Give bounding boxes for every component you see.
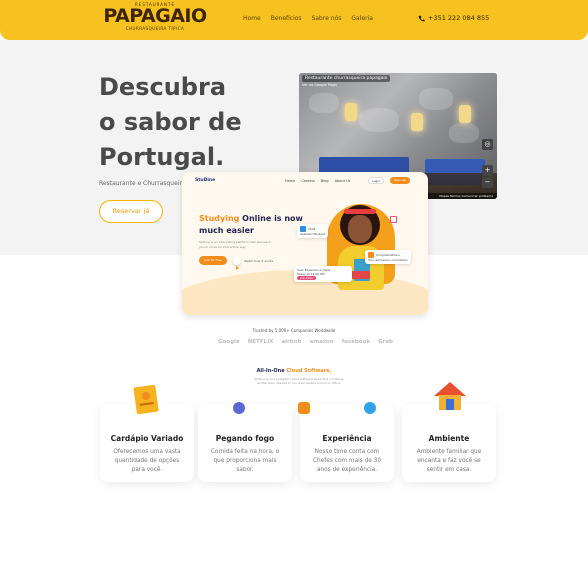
card-desc: Nosso time conta com Chefes com mais de … <box>312 449 382 473</box>
card-title: Ambiente <box>428 434 470 443</box>
header-bar: RESTAURANTE PAPAGAIO CHURRASQUEIRA TÍPIC… <box>0 0 588 40</box>
chip-congrats-text: Your admission completed <box>368 258 408 262</box>
hero-title-line-1: Descubra <box>99 73 227 101</box>
all-in-one-title-b: Cloud Software. <box>286 368 332 374</box>
brand-facebook: facebook <box>341 339 371 345</box>
website-mockup: StuDine Home Careers Blog About Us Login… <box>182 172 428 315</box>
mockup-paragraph: Skilline is an interesting platform that… <box>199 240 271 249</box>
all-in-one-desc: Skilline is one powerful online software… <box>254 377 344 385</box>
stone-texture <box>359 108 399 132</box>
mockup-login: Login <box>368 177 384 184</box>
student-headband <box>344 209 376 214</box>
brand-logos: Google NETFLIX airbnb amazon facebook Gr… <box>218 339 393 345</box>
chip-join-button: Join Now <box>297 276 316 280</box>
stone-texture <box>419 88 453 110</box>
mockup-logo: StuDine <box>195 178 216 183</box>
feature-card-ambiente: Ambiente Ambiente familiar que encanta e… <box>402 404 496 482</box>
feature-card-experiencia: Experiência Nosso time conta com Chefes … <box>298 402 394 482</box>
nav-galeria[interactable]: Galeria <box>351 15 373 22</box>
wall-lamp <box>345 103 357 121</box>
sparkle-icon <box>390 216 397 223</box>
card-title: Pegando fogo <box>215 434 275 443</box>
nav-home[interactable]: Home <box>243 15 261 22</box>
mockup-chip-congrats: Congratulations Your admission completed <box>365 250 411 264</box>
brand-amazon: amazon <box>309 339 334 345</box>
photo-maps-link[interactable]: Ver no Google Maps <box>302 83 337 87</box>
nav-beneficios[interactable]: Benefícios <box>271 15 302 22</box>
mockup-headline-line2: much easier <box>199 226 254 235</box>
brand-grab: Grab <box>378 339 393 345</box>
hero-title-line-3: Portugal. <box>99 143 225 171</box>
hero-title: Descubra o sabor de Portugal. <box>99 70 242 175</box>
mockup-nav: StuDine Home Careers Blog About Us Login… <box>182 172 428 188</box>
mockup-headline-highlight: Studying <box>199 214 240 223</box>
brand-netflix: NETFLIX <box>247 339 274 345</box>
chef-icon <box>298 402 310 414</box>
mockup-headline: Studying Online is now much easier <box>199 213 303 237</box>
mockup-chip-students: 250k Assisted Student <box>297 224 329 238</box>
all-in-one-title: All-In-One Cloud Software. <box>0 368 588 374</box>
main-nav: Home Benefícios Sabre nós Galeria <box>243 15 373 22</box>
stone-texture <box>449 123 479 143</box>
phone-icon <box>418 15 425 21</box>
mockup-link: Blog <box>320 179 329 183</box>
zoom-in-icon[interactable]: + <box>482 165 493 176</box>
mockup-join-button: Join for free <box>199 256 227 265</box>
nav-sobre-nos[interactable]: Sabre nós <box>312 15 342 22</box>
reserve-button[interactable]: Reservar já <box>99 200 163 223</box>
users-icon <box>364 402 376 414</box>
all-in-one-title-a: All-In-One <box>256 368 287 374</box>
mockup-links: Home Careers Blog About Us <box>285 179 350 183</box>
hero-subtitle: Restaurante e Churrasqueira <box>99 180 186 187</box>
feature-card-fogo: Pegando fogo Comida feita na hora, o que… <box>198 402 292 482</box>
mockup-chip-class: User Experience Class Today at 12.00 PM … <box>294 266 352 282</box>
brand-airbnb: airbnb <box>281 339 302 345</box>
chip-label: Assisted Student <box>300 232 326 236</box>
card-title: Experiência <box>322 434 372 443</box>
mockup-headline-rest: Online is now <box>239 214 303 223</box>
student-face <box>348 215 372 243</box>
wall-lamp <box>459 105 471 123</box>
card-title: Cardápio Variado <box>110 434 184 443</box>
mockup-watch-text: Watch how it works <box>244 259 274 263</box>
logo[interactable]: RESTAURANTE PAPAGAIO CHURRASQUEIRA TÍPIC… <box>103 2 207 38</box>
zoom-out-icon[interactable]: − <box>482 177 493 188</box>
book-icon <box>352 271 370 279</box>
chip-value: 250k <box>308 227 316 231</box>
phone-link[interactable]: +351 222 084 855 <box>418 14 489 22</box>
phone-number: +351 222 084 855 <box>428 14 490 22</box>
chip-congrats-title: Congratulations <box>376 253 400 257</box>
compass-icon[interactable]: ◎ <box>482 139 493 150</box>
card-desc: Comida feita na hora, o que proporciona … <box>210 449 280 473</box>
photo-caption: Restaurante churrasqueira papagaio <box>302 75 391 82</box>
house-icon <box>434 382 466 410</box>
card-desc: Oferecemos uma vasta quantidade de opçõe… <box>113 449 181 473</box>
mockup-link: About Us <box>334 179 351 183</box>
mockup-signup: Sign Up <box>390 177 410 184</box>
hero-title-line-2: o sabor de <box>99 108 242 136</box>
brand-google: Google <box>218 339 240 345</box>
wall-lamp <box>411 113 423 131</box>
mockup-link: Home <box>285 179 296 183</box>
logo-main-text: PAPAGAIO <box>103 5 207 27</box>
trusted-label: Trusted by 5,000+ Companies Worldwide <box>252 328 336 333</box>
fire-icon <box>233 402 245 414</box>
play-icon <box>233 257 241 270</box>
menu-icon <box>126 379 166 419</box>
card-desc: Ambiente familiar que encanta e faz você… <box>416 449 482 473</box>
mockup-link: Careers <box>301 179 315 183</box>
stone-texture <box>309 93 339 113</box>
